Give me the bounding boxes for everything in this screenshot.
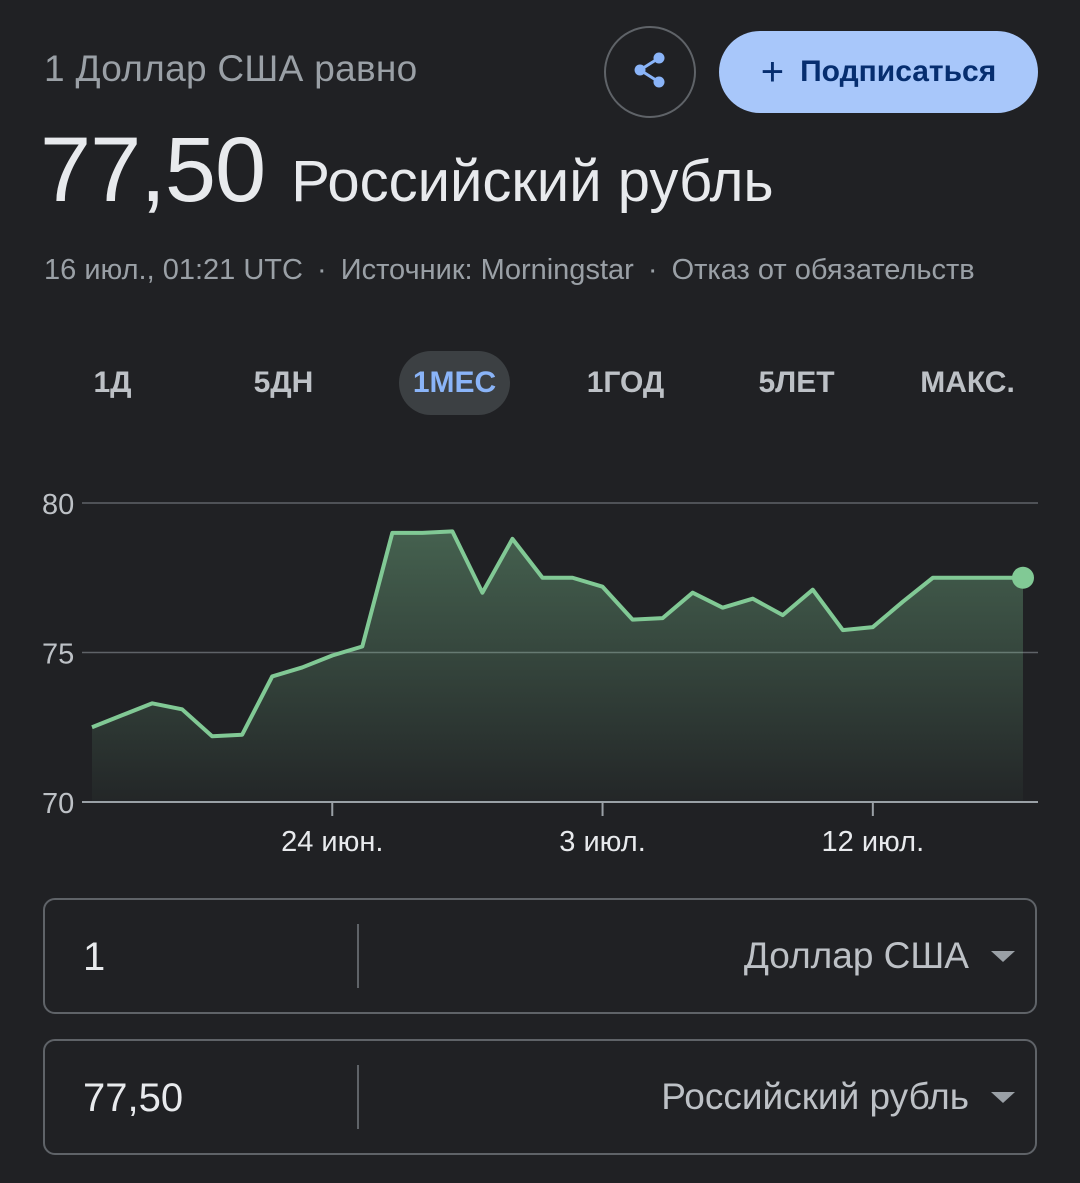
subscribe-button[interactable]: + Подписаться: [719, 31, 1038, 113]
x-tick-label: 3 июл.: [559, 826, 645, 858]
share-button[interactable]: [604, 26, 696, 118]
converter-to: Российский рубль: [43, 1039, 1037, 1155]
data-point: [329, 652, 335, 658]
subscribe-label: Подписаться: [800, 55, 997, 88]
from-currency-label: Доллар США: [743, 935, 969, 976]
data-point: [810, 587, 816, 593]
data-point: [449, 528, 455, 534]
tab-max[interactable]: МАКС.: [882, 351, 1053, 415]
conversion-subtitle: 1 Доллар США равно: [44, 48, 418, 89]
tab-5y[interactable]: 5ЛЕТ: [711, 351, 882, 415]
share-icon: [632, 51, 668, 94]
tab-5d[interactable]: 5ДН: [198, 351, 369, 415]
timestamp: 16 июл., 01:21 UTC: [44, 254, 303, 286]
to-currency-select[interactable]: Российский рубль: [661, 1041, 1015, 1153]
meta-separator: ·: [647, 254, 658, 286]
data-point: [89, 724, 95, 730]
series-area: [92, 531, 1023, 802]
data-point: [900, 599, 906, 605]
y-tick-label: 70: [42, 788, 74, 820]
data-point: [930, 575, 936, 581]
disclaimer-link[interactable]: Отказ от обязательств: [672, 254, 975, 286]
converter-divider: [357, 1065, 359, 1129]
data-point: [419, 530, 425, 536]
rate-currency: Российский рубль: [291, 149, 774, 214]
source-link[interactable]: Источник: Morningstar: [341, 254, 634, 286]
data-point: [149, 700, 155, 706]
tab-1y[interactable]: 1ГОД: [540, 351, 711, 415]
y-tick-label: 80: [42, 489, 74, 521]
data-point: [570, 575, 576, 581]
data-point: [780, 612, 786, 618]
data-point: [750, 596, 756, 602]
data-point: [870, 624, 876, 630]
data-point: [239, 732, 245, 738]
data-point: [960, 575, 966, 581]
chart-svg: 70 75 80 24 июн. 3 июл. 12 июл.: [42, 489, 1038, 858]
y-tick-label: 75: [42, 639, 74, 671]
data-point: [389, 530, 395, 536]
data-point: [690, 590, 696, 596]
tab-1m[interactable]: 1МЕС: [369, 351, 540, 415]
data-point: [600, 584, 606, 590]
data-point: [660, 615, 666, 621]
data-point: [209, 733, 215, 739]
data-point: [179, 706, 185, 712]
rate-chart[interactable]: 70 75 80 24 июн. 3 июл. 12 июл.: [0, 470, 1080, 870]
data-point: [119, 712, 125, 718]
data-point: [630, 617, 636, 623]
rate-meta: 16 июл., 01:21 UTC · Источник: Morningst…: [44, 254, 975, 287]
x-tick-label: 12 июл.: [822, 826, 925, 858]
data-point: [720, 605, 726, 611]
rate-value: 77,50: [40, 119, 266, 221]
to-amount-input[interactable]: [81, 1041, 325, 1155]
converter-from: Доллар США: [43, 898, 1037, 1014]
data-point: [359, 644, 365, 650]
data-point: [840, 627, 846, 633]
data-point: [539, 575, 545, 581]
data-point: [269, 673, 275, 679]
data-point: [509, 536, 515, 542]
to-currency-label: Российский рубль: [661, 1076, 969, 1117]
dropdown-arrow-icon: [991, 1091, 1015, 1103]
from-currency-select[interactable]: Доллар США: [744, 900, 1015, 1012]
x-tick-label: 24 июн.: [281, 826, 383, 858]
from-amount-input[interactable]: [81, 900, 325, 1014]
last-point-marker: [1012, 566, 1034, 589]
plus-icon: +: [760, 50, 785, 94]
data-point: [479, 590, 485, 596]
data-point: [299, 664, 305, 670]
converter-divider: [357, 924, 359, 988]
range-tabs: 1Д 5ДН 1МЕС 1ГОД 5ЛЕТ МАКС.: [27, 351, 1053, 415]
rate-headline: 77,50 Российский рубль: [40, 118, 774, 223]
data-point: [990, 575, 996, 581]
meta-separator: ·: [317, 254, 327, 286]
dropdown-arrow-icon: [991, 950, 1015, 962]
tab-1d[interactable]: 1Д: [27, 351, 198, 415]
